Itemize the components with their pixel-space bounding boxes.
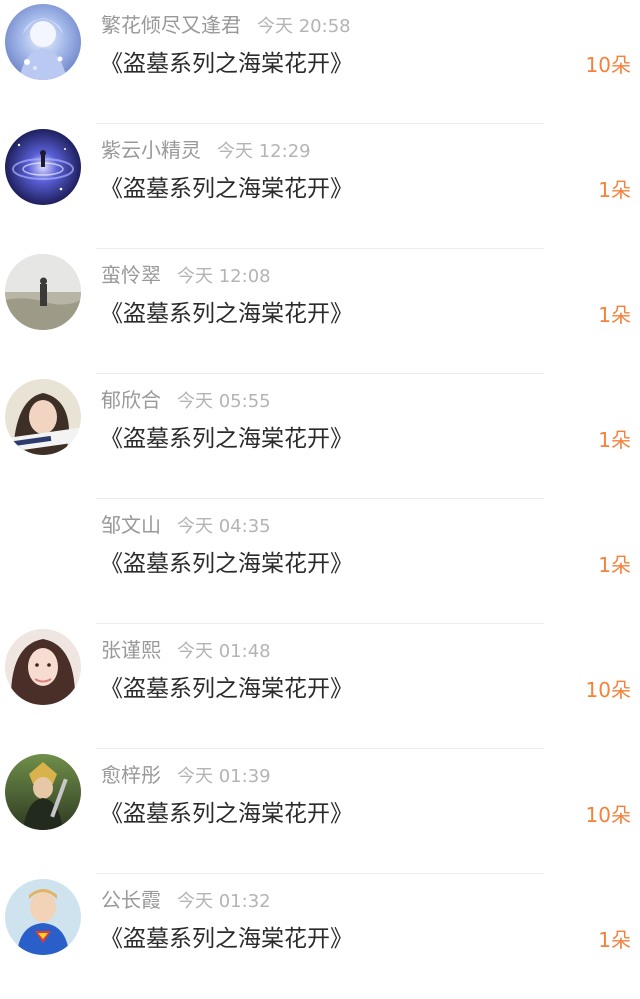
book-title[interactable]: 《盗墓系列之海棠花开》 xyxy=(100,546,353,582)
list-item[interactable]: 公长霞 今天 01:32 《盗墓系列之海棠花开》 1朵 xyxy=(0,875,640,999)
item-meta: 邹文山 今天 04:35 xyxy=(101,510,271,540)
flower-count: 10朵 xyxy=(585,53,631,77)
avatar[interactable] xyxy=(5,379,81,455)
child-superman-shirt-avatar-icon xyxy=(5,879,81,955)
timestamp: 今天 12:29 xyxy=(217,141,311,162)
username[interactable]: 邹文山 xyxy=(101,513,161,537)
username[interactable]: 张谨熙 xyxy=(101,638,161,662)
avatar[interactable] xyxy=(5,879,81,955)
girl-portrait-avatar-icon xyxy=(5,379,81,455)
username[interactable]: 繁花倾尽又逢君 xyxy=(101,13,241,37)
divider xyxy=(96,498,544,499)
item-meta: 公长霞 今天 01:32 xyxy=(101,885,271,915)
book-title[interactable]: 《盗墓系列之海棠花开》 xyxy=(100,671,353,707)
book-title[interactable]: 《盗墓系列之海棠花开》 xyxy=(100,796,353,832)
timestamp: 今天 01:32 xyxy=(177,891,271,912)
avatar[interactable] xyxy=(5,754,81,830)
username[interactable]: 郁欣合 xyxy=(101,388,161,412)
list-item[interactable]: 邹文山 今天 04:35 《盗墓系列之海棠花开》 1朵 xyxy=(0,500,640,624)
avatar[interactable] xyxy=(5,254,81,330)
divider xyxy=(96,748,544,749)
item-meta: 郁欣合 今天 05:55 xyxy=(101,385,271,415)
username[interactable]: 蛮怜翠 xyxy=(101,263,161,287)
timestamp: 今天 01:48 xyxy=(177,641,271,662)
flower-count: 10朵 xyxy=(585,803,631,827)
gift-record-list: 繁花倾尽又逢君 今天 20:58 《盗墓系列之海棠花开》 10朵 紫云小精灵 今… xyxy=(0,0,640,981)
item-meta: 蛮怜翠 今天 12:08 xyxy=(101,260,271,290)
divider xyxy=(96,123,544,124)
list-item[interactable]: 繁花倾尽又逢君 今天 20:58 《盗墓系列之海棠花开》 10朵 xyxy=(0,0,640,124)
avatar[interactable] xyxy=(5,129,81,205)
avatar[interactable] xyxy=(5,4,81,80)
timestamp: 今天 12:08 xyxy=(177,266,271,287)
username[interactable]: 紫云小精灵 xyxy=(101,138,201,162)
divider xyxy=(96,373,544,374)
username[interactable]: 公长霞 xyxy=(101,888,161,912)
avatar[interactable] xyxy=(5,629,81,705)
timestamp: 今天 04:35 xyxy=(177,516,271,537)
book-title[interactable]: 《盗墓系列之海棠花开》 xyxy=(100,921,353,957)
flower-count: 10朵 xyxy=(585,678,631,702)
username[interactable]: 愈梓彤 xyxy=(101,763,161,787)
timestamp: 今天 20:58 xyxy=(257,16,351,37)
book-title[interactable]: 《盗墓系列之海棠花开》 xyxy=(100,171,353,207)
list-item[interactable]: 紫云小精灵 今天 12:29 《盗墓系列之海棠花开》 1朵 xyxy=(0,125,640,249)
book-title[interactable]: 《盗墓系列之海棠花开》 xyxy=(100,421,353,457)
item-meta: 繁花倾尽又逢君 今天 20:58 xyxy=(101,10,351,40)
woman-portrait-avatar-icon xyxy=(5,629,81,705)
list-item[interactable]: 愈梓彤 今天 01:39 《盗墓系列之海棠花开》 10朵 xyxy=(0,750,640,874)
divider xyxy=(96,623,544,624)
flower-count: 1朵 xyxy=(598,928,631,952)
timestamp: 今天 01:39 xyxy=(177,766,271,787)
divider xyxy=(96,248,544,249)
game-character-avatar-icon xyxy=(5,754,81,830)
item-meta: 愈梓彤 今天 01:39 xyxy=(101,760,271,790)
anime-character-avatar-icon xyxy=(5,4,81,80)
book-title[interactable]: 《盗墓系列之海棠花开》 xyxy=(100,296,353,332)
book-title[interactable]: 《盗墓系列之海棠花开》 xyxy=(100,46,353,82)
list-item[interactable]: 郁欣合 今天 05:55 《盗墓系列之海棠花开》 1朵 xyxy=(0,375,640,499)
flower-count: 1朵 xyxy=(598,428,631,452)
item-meta: 张谨熙 今天 01:48 xyxy=(101,635,271,665)
item-meta: 紫云小精灵 今天 12:29 xyxy=(101,135,311,165)
flower-count: 1朵 xyxy=(598,178,631,202)
galaxy-avatar-icon xyxy=(5,129,81,205)
list-item[interactable]: 张谨熙 今天 01:48 《盗墓系列之海棠花开》 10朵 xyxy=(0,625,640,749)
divider xyxy=(96,873,544,874)
foggy-field-person-avatar-icon xyxy=(5,254,81,330)
flower-count: 1朵 xyxy=(598,553,631,577)
list-item[interactable]: 蛮怜翠 今天 12:08 《盗墓系列之海棠花开》 1朵 xyxy=(0,250,640,374)
timestamp: 今天 05:55 xyxy=(177,391,271,412)
flower-count: 1朵 xyxy=(598,303,631,327)
